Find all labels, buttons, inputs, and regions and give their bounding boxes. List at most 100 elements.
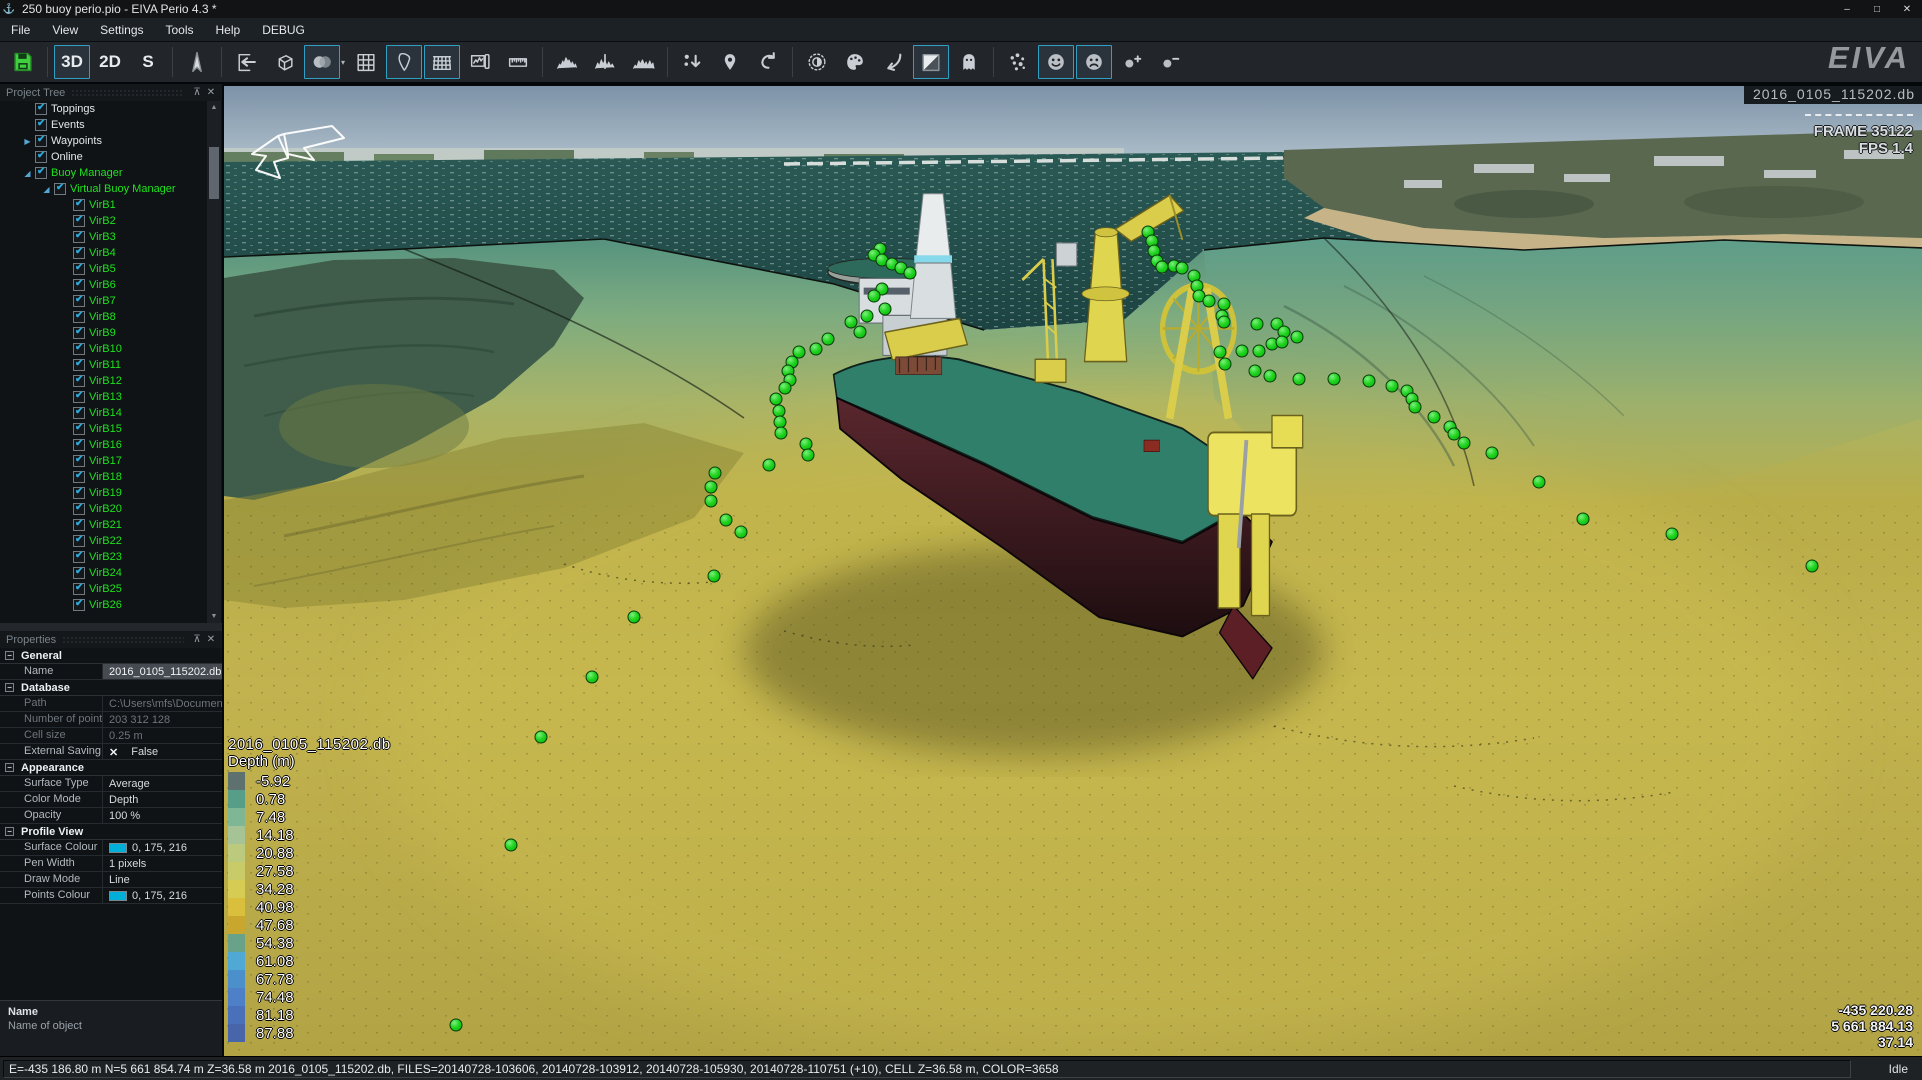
palette-button[interactable] bbox=[837, 45, 873, 79]
close-button[interactable]: ✕ bbox=[1892, 0, 1922, 18]
virtual-buoy-marker[interactable] bbox=[821, 332, 835, 346]
property-row-cell-size[interactable]: Cell size 0.25 m bbox=[0, 728, 222, 744]
virtual-buoy-marker[interactable] bbox=[707, 569, 721, 583]
color-swatch[interactable] bbox=[109, 843, 127, 853]
virtual-buoy-marker[interactable] bbox=[704, 480, 718, 494]
checkbox-checked[interactable] bbox=[73, 518, 85, 531]
collapse-box-icon[interactable]: − bbox=[5, 651, 14, 660]
virtual-buoy-marker[interactable] bbox=[1576, 512, 1590, 526]
virtual-buoy-marker[interactable] bbox=[878, 302, 892, 316]
virtual-buoy-marker[interactable] bbox=[769, 392, 783, 406]
scroll-thumb[interactable] bbox=[209, 147, 219, 199]
checkbox-checked[interactable] bbox=[73, 198, 85, 211]
virtual-buoy-marker[interactable] bbox=[504, 838, 518, 852]
tree-item-virb21[interactable]: VirB21 bbox=[0, 517, 222, 533]
virtual-buoy-marker[interactable] bbox=[762, 458, 776, 472]
monitor-button[interactable] bbox=[462, 45, 498, 79]
property-row-surface-type[interactable]: Surface Type Average bbox=[0, 776, 222, 792]
property-row-draw-mode[interactable]: Draw Mode Line bbox=[0, 872, 222, 888]
virtual-buoy-marker[interactable] bbox=[1275, 335, 1289, 349]
ghost-button[interactable] bbox=[951, 45, 987, 79]
tree-item-virb4[interactable]: VirB4 bbox=[0, 245, 222, 261]
virtual-buoy-marker[interactable] bbox=[719, 513, 733, 527]
virtual-buoy-marker[interactable] bbox=[1362, 374, 1376, 388]
virtual-buoy-marker[interactable] bbox=[903, 266, 917, 280]
virtual-buoy-marker[interactable] bbox=[1175, 261, 1189, 275]
gradient-button[interactable] bbox=[913, 45, 950, 79]
virtual-buoy-marker[interactable] bbox=[1155, 260, 1169, 274]
menu-item-view[interactable]: View bbox=[41, 20, 89, 40]
cube-button[interactable] bbox=[266, 45, 302, 79]
checkbox-checked[interactable] bbox=[35, 118, 47, 131]
property-row-color-mode[interactable]: Color Mode Depth bbox=[0, 792, 222, 808]
grid-button[interactable] bbox=[348, 45, 384, 79]
collapse-box-icon[interactable]: − bbox=[5, 683, 14, 692]
checkbox-checked[interactable] bbox=[54, 182, 66, 195]
tree-item-virb11[interactable]: VirB11 bbox=[0, 357, 222, 373]
virtual-buoy-marker[interactable] bbox=[809, 342, 823, 356]
menu-item-file[interactable]: File bbox=[0, 20, 41, 40]
tree-item-buoy-manager[interactable]: ◢ Buoy Manager bbox=[0, 165, 222, 181]
checkbox-checked[interactable] bbox=[73, 550, 85, 563]
property-group-general[interactable]: − General bbox=[0, 648, 222, 664]
property-row-pen-width[interactable]: Pen Width 1 pixels bbox=[0, 856, 222, 872]
virtual-buoy-marker[interactable] bbox=[1292, 372, 1306, 386]
virtual-buoy-marker[interactable] bbox=[708, 466, 722, 480]
collapse-icon[interactable]: ◢ bbox=[39, 185, 54, 194]
wave-2-button[interactable] bbox=[587, 45, 623, 79]
tree-item-virb7[interactable]: VirB7 bbox=[0, 293, 222, 309]
tree-item-toppings[interactable]: Toppings bbox=[0, 101, 222, 117]
virtual-buoy-marker[interactable] bbox=[778, 381, 792, 395]
virtual-buoy-marker[interactable] bbox=[774, 426, 788, 440]
virtual-buoy-marker[interactable] bbox=[1805, 559, 1819, 573]
dot-minus-button[interactable] bbox=[1152, 45, 1188, 79]
virtual-buoy-marker[interactable] bbox=[1217, 315, 1231, 329]
tree-item-virb9[interactable]: VirB9 bbox=[0, 325, 222, 341]
virtual-buoy-marker[interactable] bbox=[1252, 344, 1266, 358]
tree-item-virb17[interactable]: VirB17 bbox=[0, 453, 222, 469]
virtual-buoy-marker[interactable] bbox=[1263, 369, 1277, 383]
virtual-buoy-marker[interactable] bbox=[1217, 297, 1231, 311]
checkbox-checked[interactable] bbox=[73, 486, 85, 499]
tree-item-virb2[interactable]: VirB2 bbox=[0, 213, 222, 229]
checkbox-checked[interactable] bbox=[35, 102, 47, 115]
property-group-appearance[interactable]: − Appearance bbox=[0, 760, 222, 776]
view-s-button[interactable]: S bbox=[130, 45, 166, 79]
tree-item-virb6[interactable]: VirB6 bbox=[0, 277, 222, 293]
menu-item-help[interactable]: Help bbox=[205, 20, 252, 40]
checkbox-checked[interactable] bbox=[73, 342, 85, 355]
maximize-button[interactable]: □ bbox=[1862, 0, 1892, 18]
wave-1-button[interactable] bbox=[549, 45, 585, 79]
tree-item-virb12[interactable]: VirB12 bbox=[0, 373, 222, 389]
export-button[interactable] bbox=[228, 45, 264, 79]
property-row-external-saving[interactable]: External Saving ✕ False bbox=[0, 744, 222, 760]
tree-item-events[interactable]: Events bbox=[0, 117, 222, 133]
virtual-buoy-marker[interactable] bbox=[1385, 379, 1399, 393]
virtual-buoy-marker[interactable] bbox=[704, 494, 718, 508]
virtual-buoy-marker[interactable] bbox=[1218, 357, 1232, 371]
close-panel-icon[interactable]: ✕ bbox=[204, 87, 218, 98]
tree-item-virb24[interactable]: VirB24 bbox=[0, 565, 222, 581]
collapse-box-icon[interactable]: − bbox=[5, 763, 14, 772]
virtual-buoy-marker[interactable] bbox=[734, 525, 748, 539]
menu-item-tools[interactable]: Tools bbox=[155, 20, 205, 40]
brightness-button[interactable] bbox=[799, 45, 835, 79]
virtual-buoy-marker[interactable] bbox=[1532, 475, 1546, 489]
checkbox-checked[interactable] bbox=[73, 246, 85, 259]
virtual-buoy-marker[interactable] bbox=[1202, 294, 1216, 308]
tree-item-online[interactable]: Online bbox=[0, 149, 222, 165]
checkbox-checked[interactable] bbox=[73, 278, 85, 291]
property-value[interactable]: 2016_0105_115202.db bbox=[103, 664, 222, 679]
virtual-buoy-marker[interactable] bbox=[1250, 317, 1264, 331]
pin-drop-button[interactable] bbox=[674, 45, 710, 79]
tree-item-virb19[interactable]: VirB19 bbox=[0, 485, 222, 501]
virtual-buoy-marker[interactable] bbox=[534, 730, 548, 744]
checkbox-checked[interactable] bbox=[73, 502, 85, 515]
property-group-profile-view[interactable]: − Profile View bbox=[0, 824, 222, 840]
frowny-button[interactable] bbox=[1076, 45, 1113, 79]
virtual-buoy-marker[interactable] bbox=[867, 289, 881, 303]
smiley-button[interactable] bbox=[1038, 45, 1075, 79]
virtual-buoy-marker[interactable] bbox=[801, 448, 815, 462]
virtual-buoy-marker[interactable] bbox=[585, 670, 599, 684]
checkbox-checked[interactable] bbox=[73, 422, 85, 435]
